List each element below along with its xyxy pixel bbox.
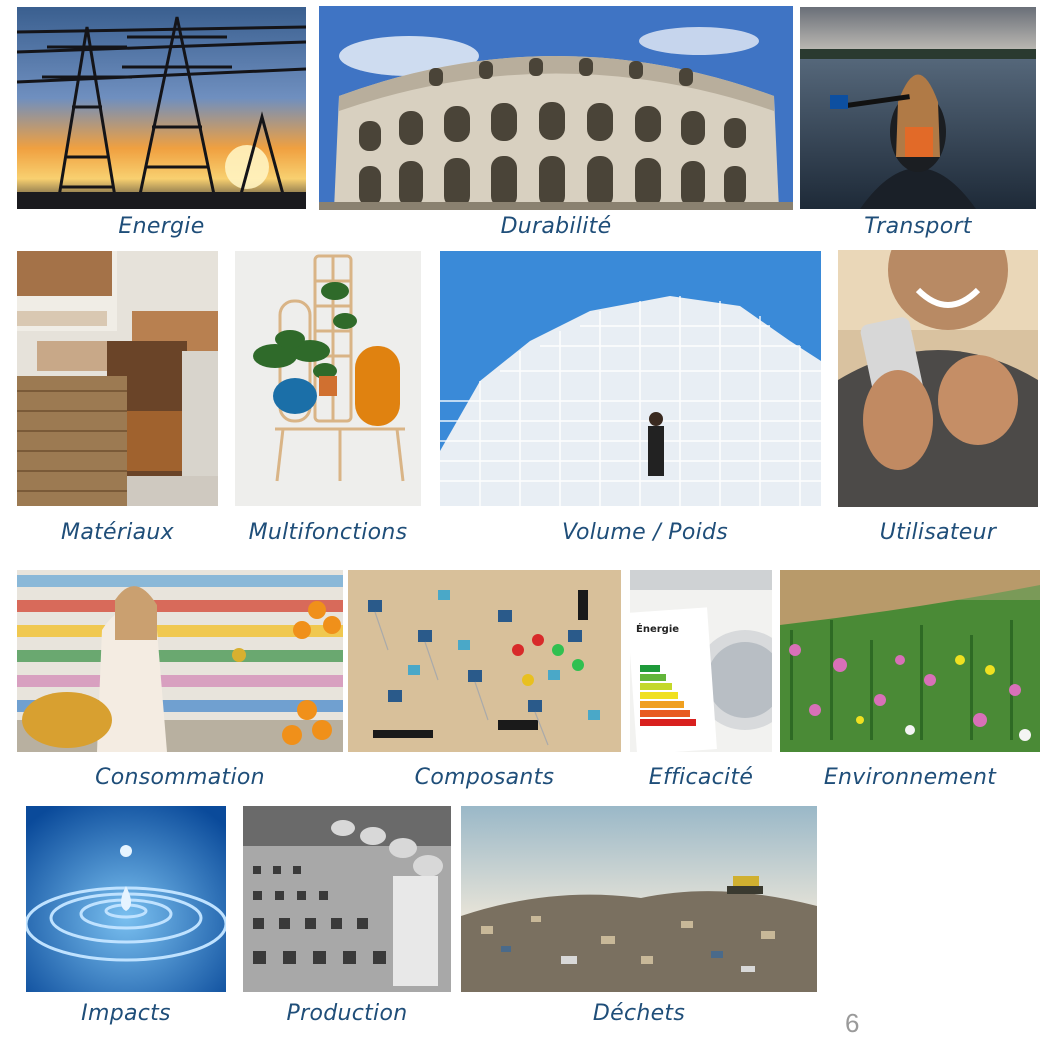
caption-efficacite: Efficacité [648,765,754,790]
factory-production-photo [243,806,451,992]
caption-production: Production [286,1001,408,1026]
caption-impacts: Impacts [81,1001,171,1026]
electronic-components-photo [348,570,621,752]
caption-multifonctions: Multifonctions [248,520,408,545]
colosseum-photo [319,6,793,210]
energy-label-washer-photo: Énergie [630,570,772,752]
caption-durabilite: Durabilité [500,214,612,239]
caption-materiaux: Matériaux [61,520,174,545]
caption-environnement: Environnement [823,765,997,790]
phone-user-photo [838,250,1038,507]
caption-energie: Energie [118,214,205,239]
meadow-photo [780,570,1040,752]
materials-photo [17,251,218,506]
supermarket-photo [17,570,343,752]
lattice-structure-photo [440,251,821,506]
caption-dechets: Déchets [592,1001,686,1026]
caption-transport: Transport [864,214,972,239]
caption-composants: Composants [414,765,555,790]
caption-consommation: Consommation [95,765,265,790]
multifunction-furniture-photo [235,251,421,506]
kayak-photo [800,7,1036,209]
caption-volume: Volume / Poids [561,520,729,545]
power-lines-photo [17,7,306,209]
caption-utilisateur: Utilisateur [879,520,997,545]
energy-label-text: Énergie [636,622,679,635]
water-drop-photo [26,806,226,992]
page-number: 6 [845,1008,860,1038]
waste-landfill-photo [461,806,817,992]
